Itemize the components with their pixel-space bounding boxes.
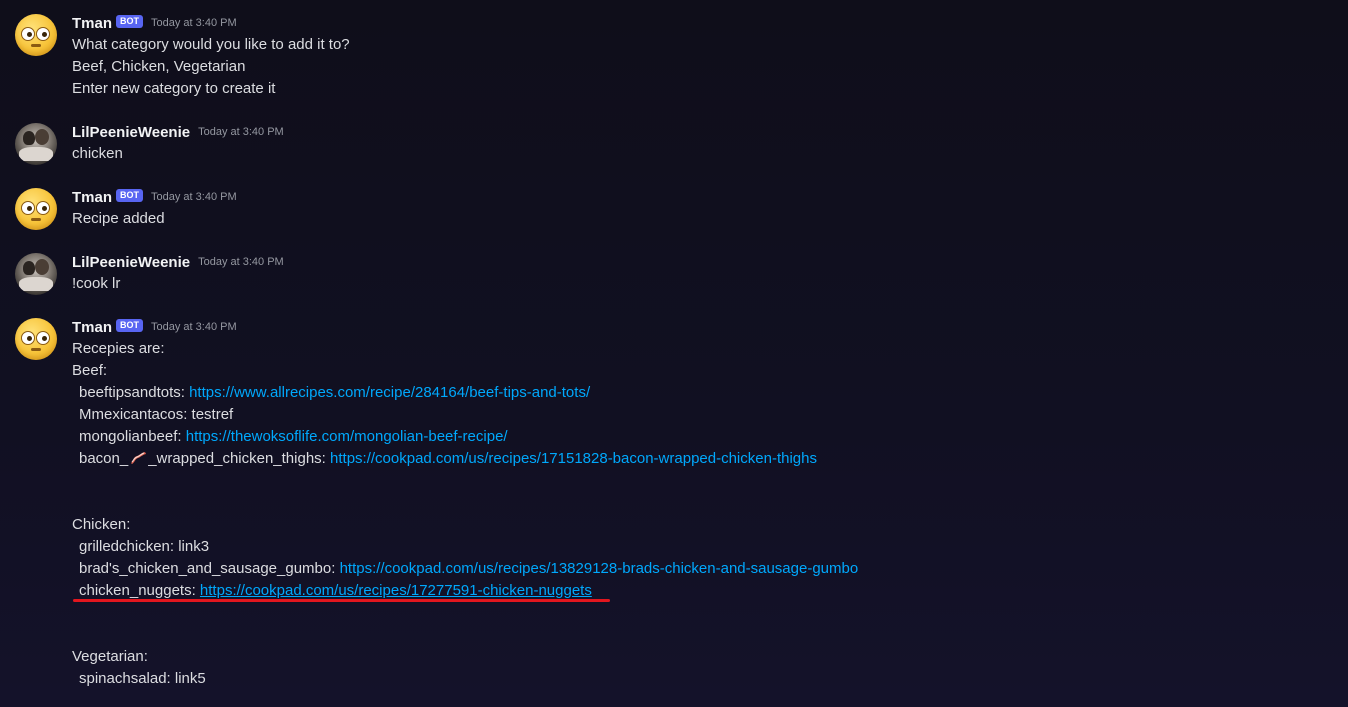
recipe-label: bacon_ (79, 450, 129, 467)
message-line: Beef, Chicken, Vegetarian (72, 58, 246, 75)
bot-badge: BOT (116, 188, 144, 202)
recipe-label: _wrapped_chicken_thighs: (148, 450, 331, 467)
recipe-label: spinachsalad: link5 (79, 670, 206, 687)
recipe-entry: spinachsalad: link5 (72, 668, 206, 690)
highlight-underline (73, 599, 610, 602)
timestamp[interactable]: Today at 3:40 PM (151, 321, 237, 333)
recipe-entry: bacon_ _wrapped_chicken_thighs: https://c… (72, 448, 817, 470)
recipe-label: beeftipsandtots: (79, 384, 190, 401)
avatar[interactable] (15, 318, 57, 360)
bacon-emoji-icon (131, 452, 147, 464)
recipe-label: brad's_chicken_and_sausage_gumbo: (79, 560, 340, 577)
timestamp[interactable]: Today at 3:40 PM (151, 17, 237, 29)
eye-icon (21, 331, 35, 345)
category-heading: Chicken: (72, 516, 131, 533)
recipe-link[interactable]: https://cookpad.com/us/recipes/17151828-… (330, 450, 817, 467)
avatar[interactable] (15, 123, 57, 165)
recipe-link[interactable]: https://cookpad.com/us/recipes/17277591-… (200, 582, 592, 599)
message-line: Recepies are: (72, 340, 165, 357)
category-heading: Vegetarian: (72, 648, 148, 665)
recipe-label: grilledchicken: link3 (79, 538, 210, 555)
eye-icon (36, 201, 50, 215)
eye-icon (36, 331, 50, 345)
avatar[interactable] (15, 253, 57, 295)
recipe-entry: grilledchicken: link3 (72, 536, 209, 558)
message-line: Recipe added (72, 210, 165, 227)
username[interactable]: Tman (72, 15, 112, 32)
recipe-label: Mmexicantacos: testref (79, 406, 234, 423)
eye-icon (36, 27, 50, 41)
recipe-entry: mongolianbeef: https://thewoksoflife.com… (72, 426, 508, 448)
recipe-entry: Mmexicantacos: testref (72, 404, 233, 426)
message-line: Enter new category to create it (72, 80, 276, 97)
avatar[interactable] (15, 188, 57, 230)
timestamp[interactable]: Today at 3:40 PM (198, 256, 284, 268)
avatar[interactable] (15, 14, 57, 56)
username[interactable]: LilPeenieWeenie (72, 124, 190, 141)
chat-messages: Tman BOT Today at 3:40 PM What category … (0, 0, 1348, 707)
recipe-label: mongolianbeef: (79, 428, 186, 445)
message-line: What category would you like to add it t… (72, 36, 350, 53)
message-line: chicken (72, 145, 123, 162)
timestamp[interactable]: Today at 3:40 PM (151, 191, 237, 203)
timestamp[interactable]: Today at 3:40 PM (198, 126, 284, 138)
eye-icon (21, 27, 35, 41)
recipe-link[interactable]: https://www.allrecipes.com/recipe/284164… (189, 384, 590, 401)
username[interactable]: Tman (72, 319, 112, 336)
bot-badge: BOT (116, 318, 144, 332)
bot-badge: BOT (116, 14, 144, 28)
recipe-label: chicken_nuggets: (79, 582, 200, 599)
eye-icon (21, 201, 35, 215)
message-line: !cook lr (72, 275, 121, 292)
username[interactable]: Tman (72, 189, 112, 206)
recipe-link[interactable]: https://cookpad.com/us/recipes/13829128-… (340, 560, 859, 577)
recipe-link[interactable]: https://thewoksoflife.com/mongolian-beef… (186, 428, 508, 445)
recipe-entry: brad's_chicken_and_sausage_gumbo: https:… (72, 558, 858, 580)
recipe-entry: beeftipsandtots: https://www.allrecipes.… (72, 382, 590, 404)
username[interactable]: LilPeenieWeenie (72, 254, 190, 271)
category-heading: Beef: (72, 362, 108, 379)
